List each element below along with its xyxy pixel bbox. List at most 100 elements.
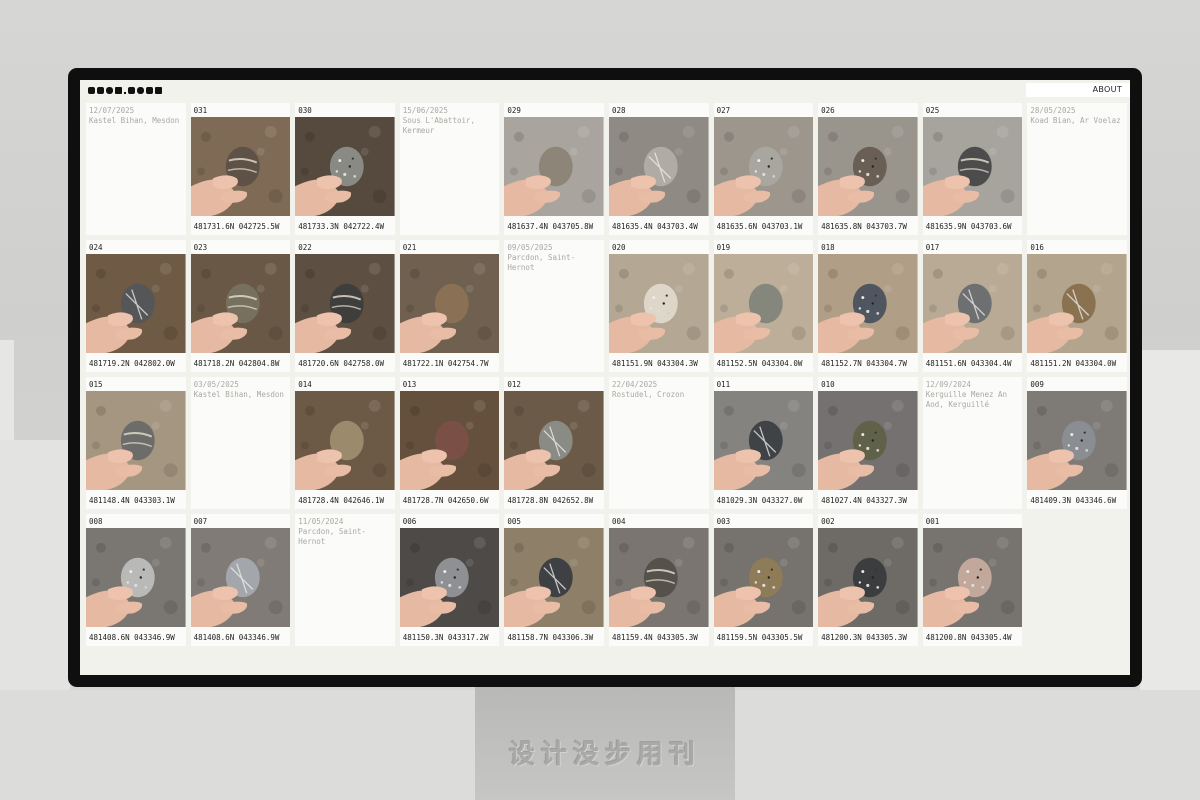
- stone-photo[interactable]: [818, 254, 918, 353]
- stone-coordinates: 481151.6N 043304.4W: [925, 359, 1012, 368]
- stone-coordinates: 481409.3N 043346.6W: [1030, 496, 1117, 505]
- stone-photo[interactable]: [504, 528, 604, 627]
- stone-photo[interactable]: [713, 254, 814, 353]
- stone-number: 008: [89, 517, 103, 526]
- stone-photo[interactable]: [86, 254, 186, 353]
- stone-number: 029: [507, 106, 521, 115]
- stone-photo[interactable]: [608, 117, 709, 216]
- stone-photo[interactable]: [1027, 391, 1127, 490]
- stone-photo[interactable]: [608, 254, 709, 353]
- stone-number: 002: [821, 517, 835, 526]
- stone-card[interactable]: 020 481151.9N 043304.3W: [608, 240, 709, 372]
- stone-card[interactable]: 028 481635.4N 043703.4W: [608, 103, 709, 235]
- stone-card[interactable]: 030 481733.3N 042722.4W: [295, 103, 395, 235]
- stone-card[interactable]: 002 481200.3N 043305.3W: [818, 514, 918, 646]
- website-screen: ABOUT 12/07/2025 Kastel Bihan, Mesdon 031 4…: [80, 80, 1130, 675]
- stone-card[interactable]: 023 481718.2N 042804.8W: [190, 240, 291, 372]
- stone-coordinates: 481408.6N 043346.9W: [89, 633, 175, 642]
- stone-card[interactable]: 018 481152.7N 043304.7W: [818, 240, 918, 372]
- stone-card[interactable]: 022 481720.6N 042758.0W: [295, 240, 395, 372]
- stone-photo[interactable]: [504, 391, 604, 490]
- stone-photo[interactable]: [922, 254, 1023, 353]
- stone-photo[interactable]: [295, 117, 395, 216]
- stone-card[interactable]: 015 481148.4N 043303.1W: [86, 377, 186, 509]
- stone-coordinates: 481029.3N 043327.0W: [716, 496, 803, 505]
- stone-card[interactable]: 005 481158.7N 043306.3W: [504, 514, 604, 646]
- stone-number: 006: [402, 517, 417, 526]
- location-name: Kerguille Menez An Aod, Kerguillé: [925, 390, 1008, 409]
- stone-number: 026: [821, 106, 835, 115]
- stone-photo[interactable]: [190, 117, 291, 216]
- stone-card[interactable]: 021 481722.1N 042754.7W: [399, 240, 500, 372]
- stone-card[interactable]: 026 481635.8N 043703.7W: [818, 103, 918, 235]
- stone-card[interactable]: 008 481408.6N 043346.9W: [86, 514, 186, 646]
- location-date: 03/05/2025: [193, 380, 239, 389]
- stone-photo[interactable]: [190, 528, 291, 627]
- stone-card[interactable]: 006 481150.3N 043317.2W: [399, 514, 500, 646]
- stone-card[interactable]: 019 481152.5N 043304.0W: [713, 240, 814, 372]
- stone-card[interactable]: 001 481200.8N 043305.4W: [922, 514, 1023, 646]
- stone-coordinates: 481635.9N 043703.6W: [925, 222, 1012, 231]
- stone-photo[interactable]: [713, 117, 814, 216]
- stone-number: 011: [716, 380, 731, 389]
- location-name: Koad Bian, Ar Voelaz: [1030, 116, 1121, 125]
- stone-coordinates: 481728.8N 042652.8W: [507, 496, 594, 505]
- stone-photo[interactable]: [504, 117, 604, 216]
- stone-card[interactable]: 014 481728.4N 042646.1W: [295, 377, 395, 509]
- stone-photo[interactable]: [1027, 254, 1127, 353]
- stone-card[interactable]: 004 481159.4N 043305.3W: [608, 514, 709, 646]
- stone-coordinates: 481159.5N 043305.5W: [716, 633, 803, 642]
- stone-card[interactable]: 031 481731.6N 042725.5W: [190, 103, 291, 235]
- stone-card[interactable]: 009 481409.3N 043346.6W: [1027, 377, 1127, 509]
- stone-card[interactable]: 017 481151.6N 043304.4W: [922, 240, 1023, 372]
- stone-photo[interactable]: [295, 391, 395, 490]
- stone-number: 012: [507, 380, 521, 389]
- location-date: 12/07/2025: [89, 106, 135, 115]
- stone-photo[interactable]: [399, 391, 500, 490]
- location-date: 11/05/2024: [298, 517, 344, 526]
- stone-photo[interactable]: [86, 391, 186, 490]
- stone-coordinates: 481148.4N 043303.1W: [89, 496, 175, 505]
- stone-photo[interactable]: [818, 391, 918, 490]
- stone-card[interactable]: 003 481159.5N 043305.5W: [713, 514, 814, 646]
- stone-photo[interactable]: [399, 528, 500, 627]
- stone-photo[interactable]: [818, 528, 918, 627]
- stone-photo[interactable]: [818, 117, 918, 216]
- stone-photo[interactable]: [713, 391, 814, 490]
- stone-photo[interactable]: [922, 528, 1023, 627]
- stone-photo[interactable]: [190, 254, 291, 353]
- stone-card[interactable]: 024 481719.2N 042802.0W: [86, 240, 186, 372]
- stone-number: 021: [402, 243, 417, 252]
- stone-photo[interactable]: [922, 117, 1023, 216]
- stone-number: 007: [193, 517, 208, 526]
- watermark: 设计没步用刊: [508, 740, 701, 770]
- location-name: Parcdon, Saint-Hernot: [298, 527, 366, 546]
- stone-photo[interactable]: [608, 528, 709, 627]
- location-card: 22/04/2025 Rostudel, Crozon: [608, 377, 709, 509]
- stone-photo[interactable]: [86, 528, 186, 627]
- stone-photo[interactable]: [399, 254, 500, 353]
- stone-card[interactable]: 025 481635.9N 043703.6W: [922, 103, 1023, 235]
- stone-card[interactable]: 029 481637.4N 043705.8W: [504, 103, 604, 235]
- stone-photo[interactable]: [713, 528, 814, 627]
- stone-number: 017: [925, 243, 940, 252]
- stone-number: 009: [1030, 380, 1044, 389]
- stone-card[interactable]: 012 481728.8N 042652.8W: [504, 377, 604, 509]
- stone-card[interactable]: 027 481635.6N 043703.1W: [713, 103, 814, 235]
- stone-card[interactable]: 007 481408.6N 043346.9W: [190, 514, 291, 646]
- stone-coordinates: 481152.5N 043304.0W: [716, 359, 803, 368]
- stone-coordinates: 481720.6N 042758.0W: [298, 359, 384, 368]
- stone-coordinates: 481728.7N 042650.6W: [402, 496, 489, 505]
- stone-coordinates: 481722.1N 042754.7W: [402, 359, 489, 368]
- stone-coordinates: 481158.7N 043306.3W: [507, 633, 594, 642]
- stone-coordinates: 481027.4N 043327.3W: [821, 496, 907, 505]
- stone-card[interactable]: 011 481029.3N 043327.0W: [713, 377, 814, 509]
- stone-card[interactable]: 010 481027.4N 043327.3W: [818, 377, 918, 509]
- stone-card[interactable]: 016 481151.2N 043304.0W: [1027, 240, 1127, 372]
- stone-card[interactable]: 013 481728.7N 042650.6W: [399, 377, 500, 509]
- stone-coordinates: 481152.7N 043304.7W: [821, 359, 907, 368]
- site-logo[interactable]: [88, 86, 164, 95]
- stone-coordinates: 481151.9N 043304.3W: [611, 359, 698, 368]
- about-link[interactable]: ABOUT: [1026, 83, 1130, 97]
- stone-photo[interactable]: [295, 254, 395, 353]
